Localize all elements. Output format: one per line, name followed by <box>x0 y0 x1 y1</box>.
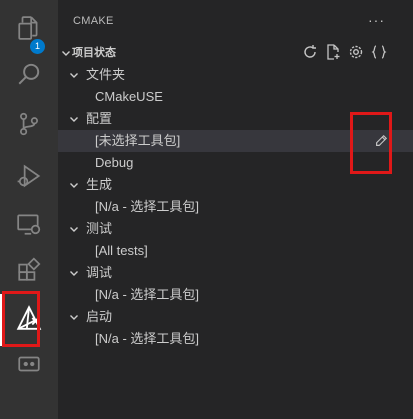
cmake-button[interactable] <box>0 298 58 342</box>
tree-item-label: [N/a - 选择工具包] <box>95 331 200 346</box>
settings-icon[interactable] <box>348 44 364 60</box>
remote-explorer-icon <box>16 211 42 242</box>
tree-item-label: 配置 <box>86 111 113 126</box>
tree-group[interactable]: 文件夹 <box>58 64 413 86</box>
tree-item-label: [N/a - 选择工具包] <box>95 287 200 302</box>
remote-explorer-button[interactable] <box>0 204 58 248</box>
explorer-button[interactable]: 1 <box>0 8 58 54</box>
tree-item-label: [未选择工具包] <box>95 133 181 148</box>
tree-item[interactable]: Debug <box>58 152 413 174</box>
tree-item-label: 启动 <box>86 309 113 324</box>
tree-item-label: Debug <box>95 155 134 170</box>
new-file-icon[interactable] <box>325 44 341 60</box>
tree-item[interactable]: [All tests] <box>58 240 413 262</box>
tree-group[interactable]: 启动 <box>58 306 413 328</box>
tree-item[interactable]: CMakeUSE <box>58 86 413 108</box>
source-control-icon <box>16 111 42 142</box>
section-title: 项目状态 <box>72 47 116 59</box>
remote-button[interactable] <box>0 344 58 388</box>
chevron-down-icon <box>60 42 72 64</box>
tree-item-label: 文件夹 <box>86 67 126 82</box>
tree-item-label: [All tests] <box>95 243 148 258</box>
tree-item[interactable]: [未选择工具包] <box>58 130 413 152</box>
tree-group[interactable]: 测试 <box>58 218 413 240</box>
chevron-down-icon <box>68 108 80 130</box>
run-debug-icon <box>16 163 42 194</box>
notification-badge: 1 <box>30 39 45 54</box>
more-actions-icon[interactable]: ··· <box>368 12 385 28</box>
tree-item-label: CMakeUSE <box>95 89 163 104</box>
tree-group[interactable]: 调试 <box>58 262 413 284</box>
search-icon <box>16 61 42 92</box>
tree-item-label: 测试 <box>86 221 113 236</box>
chevron-down-icon <box>68 218 80 240</box>
extensions-icon <box>16 256 42 288</box>
chevron-down-icon <box>68 174 80 196</box>
chevron-down-icon <box>68 306 80 328</box>
braces-icon[interactable] <box>371 44 387 60</box>
tree-group[interactable]: 生成 <box>58 174 413 196</box>
sidebar-title: CMAKE <box>73 15 114 27</box>
tree-item[interactable]: [N/a - 选择工具包] <box>58 284 413 306</box>
tree-item[interactable]: [N/a - 选择工具包] <box>58 328 413 350</box>
refresh-icon[interactable] <box>302 44 318 60</box>
cmake-sidebar: CMAKE ··· 项目状态 文件夹 CMakeUSE 配置 [未选择工具包] Debu… <box>58 0 413 419</box>
source-control-button[interactable] <box>0 104 58 148</box>
remote-icon <box>16 351 42 382</box>
extensions-button[interactable] <box>0 250 58 294</box>
chevron-down-icon <box>68 262 80 284</box>
pencil-icon[interactable] <box>370 130 392 152</box>
section-toolbar <box>302 42 387 62</box>
activity-bar: 1 <box>0 0 58 419</box>
tree-item-label: 调试 <box>86 265 113 280</box>
cmake-icon <box>16 304 42 336</box>
search-button[interactable] <box>0 54 58 98</box>
tree-item-label: 生成 <box>86 177 113 192</box>
tree-item[interactable]: [N/a - 选择工具包] <box>58 196 413 218</box>
run-debug-button[interactable] <box>0 156 58 200</box>
chevron-down-icon <box>68 64 80 86</box>
tree-group[interactable]: 配置 <box>58 108 413 130</box>
tree-item-label: [N/a - 选择工具包] <box>95 199 200 214</box>
